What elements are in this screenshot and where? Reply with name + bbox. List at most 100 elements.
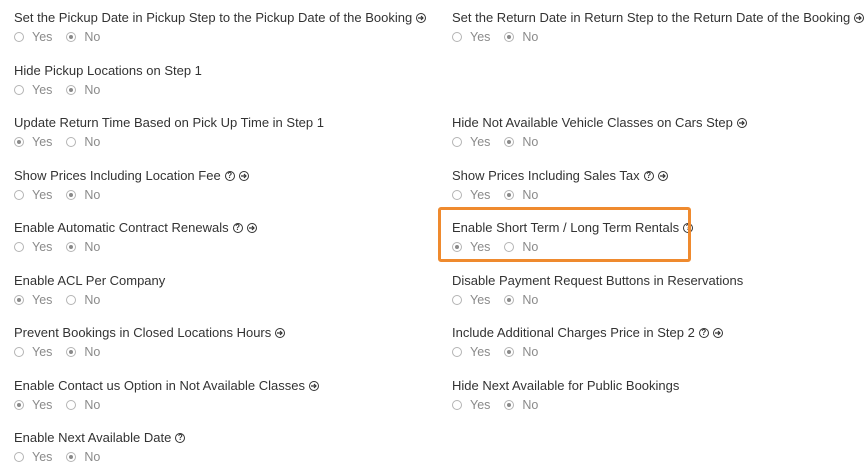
radio-checked-icon[interactable] — [66, 32, 77, 42]
radio-unchecked-icon[interactable] — [452, 190, 462, 200]
radio-yes[interactable]: Yes — [14, 345, 52, 359]
help-icon[interactable]: ? — [224, 171, 235, 181]
radio-yes[interactable]: Yes — [14, 240, 52, 254]
radio-no[interactable]: No — [504, 398, 538, 412]
radio-no[interactable]: No — [504, 293, 538, 307]
radio-yes[interactable]: Yes — [452, 135, 490, 149]
radio-unchecked-icon[interactable] — [14, 242, 24, 252]
help-icon[interactable]: ? — [175, 433, 186, 443]
radio-checked-icon[interactable] — [504, 190, 515, 200]
radio-unchecked-icon[interactable] — [14, 85, 24, 95]
radio-no[interactable]: No — [66, 240, 100, 254]
setting-set-the-pickup-date-in-pickup-step-to-the-pickup-date-of-the-booking: Set the Pickup Date in Pickup Step to th… — [14, 9, 427, 46]
help-icon[interactable]: ? — [698, 328, 709, 338]
radio-checked-icon[interactable] — [14, 137, 24, 147]
radio-no[interactable]: No — [66, 83, 100, 97]
radio-no[interactable]: No — [504, 135, 538, 149]
radio-yes[interactable]: Yes — [14, 30, 52, 44]
radio-checked-icon[interactable] — [66, 242, 77, 252]
setting-label-text: Update Return Time Based on Pick Up Time… — [14, 115, 324, 130]
setting-label: Show Prices Including Location Fee? — [14, 167, 249, 185]
radio-checked-icon[interactable] — [504, 295, 515, 305]
radio-yes[interactable]: Yes — [452, 345, 490, 359]
radio-label: Yes — [32, 188, 53, 202]
radio-yes[interactable]: Yes — [14, 135, 52, 149]
setting-label-text: Hide Pickup Locations on Step 1 — [14, 63, 202, 78]
radio-yes[interactable]: Yes — [452, 398, 490, 412]
radio-yes[interactable]: Yes — [14, 398, 52, 412]
radio-unchecked-icon[interactable] — [14, 190, 24, 200]
radio-checked-icon[interactable] — [14, 295, 24, 305]
arrow-circle-right-icon[interactable] — [238, 171, 249, 181]
radio-no[interactable]: No — [66, 30, 100, 44]
radio-checked-icon[interactable] — [66, 85, 77, 95]
radio-no[interactable]: No — [66, 450, 100, 464]
radio-unchecked-icon[interactable] — [452, 347, 462, 357]
radio-no[interactable]: No — [66, 135, 100, 149]
radio-unchecked-icon[interactable] — [66, 400, 77, 410]
arrow-circle-right-icon[interactable] — [736, 118, 747, 128]
radio-label: Yes — [32, 83, 53, 97]
radio-checked-icon[interactable] — [504, 400, 515, 410]
radio-no[interactable]: No — [504, 188, 538, 202]
setting-include-additional-charges-price-in-step-2: Include Additional Charges Price in Step… — [452, 324, 723, 361]
radio-label: Yes — [32, 345, 53, 359]
radio-unchecked-icon[interactable] — [452, 400, 462, 410]
radio-no[interactable]: No — [66, 345, 100, 359]
setting-label: Include Additional Charges Price in Step… — [452, 324, 723, 342]
radio-no[interactable]: No — [504, 30, 538, 44]
radio-label: No — [84, 450, 101, 464]
setting-label: Set the Return Date in Return Step to th… — [452, 9, 865, 27]
radio-unchecked-icon[interactable] — [452, 137, 462, 147]
radio-label: No — [84, 240, 101, 254]
radio-no[interactable]: No — [66, 188, 100, 202]
setting-label: Hide Next Available for Public Bookings — [452, 377, 679, 395]
help-icon[interactable]: ? — [643, 171, 654, 181]
setting-hide-pickup-locations-on-step-1: Hide Pickup Locations on Step 1 Yes No — [14, 62, 202, 99]
radio-yes[interactable]: Yes — [452, 30, 490, 44]
radio-checked-icon[interactable] — [504, 32, 515, 42]
radio-checked-icon[interactable] — [14, 400, 24, 410]
setting-prevent-bookings-in-closed-locations-hours: Prevent Bookings in Closed Locations Hou… — [14, 324, 286, 361]
setting-label: Set the Pickup Date in Pickup Step to th… — [14, 9, 427, 27]
radio-yes[interactable]: Yes — [14, 188, 52, 202]
radio-checked-icon[interactable] — [66, 190, 77, 200]
radio-unchecked-icon[interactable] — [14, 32, 24, 42]
radio-label: Yes — [32, 240, 53, 254]
radio-group: Yes No — [14, 448, 185, 466]
radio-label: Yes — [32, 450, 53, 464]
radio-group: Yes No — [452, 343, 723, 361]
arrow-circle-right-icon[interactable] — [246, 223, 257, 233]
arrow-circle-right-icon[interactable] — [308, 381, 319, 391]
arrow-circle-right-icon[interactable] — [854, 13, 865, 23]
radio-unchecked-icon[interactable] — [66, 295, 77, 305]
radio-yes[interactable]: Yes — [14, 293, 52, 307]
setting-show-prices-including-location-fee: Show Prices Including Location Fee? Yes No — [14, 167, 249, 204]
setting-label-text: Show Prices Including Location Fee — [14, 168, 221, 183]
setting-enable-automatic-contract-renewals: Enable Automatic Contract Renewals? Yes No — [14, 219, 257, 256]
arrow-circle-right-icon[interactable] — [712, 328, 723, 338]
radio-no[interactable]: No — [66, 398, 100, 412]
radio-unchecked-icon[interactable] — [66, 137, 77, 147]
help-icon[interactable]: ? — [232, 223, 243, 233]
radio-checked-icon[interactable] — [66, 452, 77, 462]
radio-no[interactable]: No — [66, 293, 100, 307]
arrow-circle-right-icon[interactable] — [416, 13, 427, 23]
radio-unchecked-icon[interactable] — [14, 347, 24, 357]
radio-yes[interactable]: Yes — [452, 293, 490, 307]
radio-unchecked-icon[interactable] — [452, 32, 462, 42]
setting-label-text: Disable Payment Request Buttons in Reser… — [452, 273, 744, 288]
radio-unchecked-icon[interactable] — [14, 452, 24, 462]
radio-checked-icon[interactable] — [504, 347, 515, 357]
radio-label: No — [84, 30, 101, 44]
radio-yes[interactable]: Yes — [14, 450, 52, 464]
radio-group: Yes No — [452, 396, 679, 414]
radio-no[interactable]: No — [504, 345, 538, 359]
arrow-circle-right-icon[interactable] — [275, 328, 286, 338]
radio-checked-icon[interactable] — [66, 347, 77, 357]
radio-yes[interactable]: Yes — [14, 83, 52, 97]
radio-yes[interactable]: Yes — [452, 188, 490, 202]
radio-unchecked-icon[interactable] — [452, 295, 462, 305]
arrow-circle-right-icon[interactable] — [657, 171, 668, 181]
radio-checked-icon[interactable] — [504, 137, 515, 147]
